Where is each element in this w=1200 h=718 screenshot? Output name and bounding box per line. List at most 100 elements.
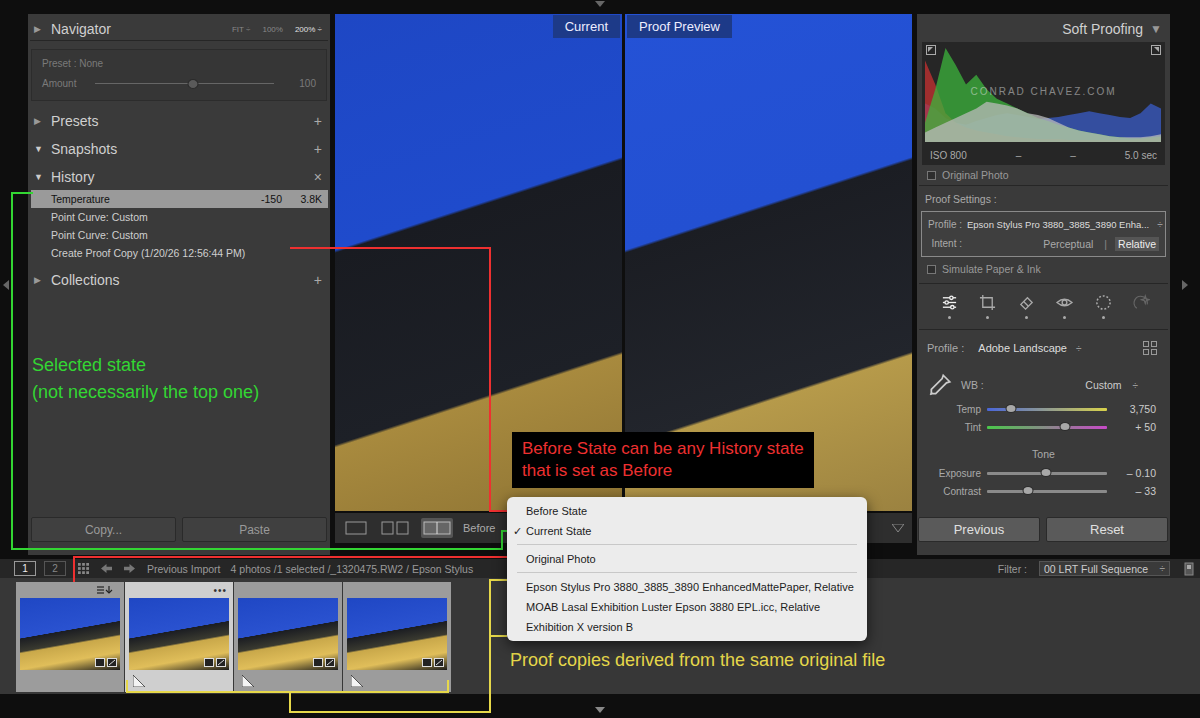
slider-thumb[interactable] (1006, 404, 1017, 413)
slider-thumb[interactable] (1022, 486, 1033, 495)
menu-item[interactable]: Exhibition X version B (507, 617, 867, 637)
highlight-clipping-icon[interactable] (1151, 45, 1161, 55)
tool-button[interactable] (979, 294, 996, 319)
section-header[interactable]: ▼ History × (28, 167, 330, 187)
wb-value[interactable]: Custom (1085, 379, 1121, 391)
before-after-label[interactable]: Before (463, 522, 495, 534)
slider-row[interactable]: Tint + 50 (917, 418, 1170, 436)
toolbar-menu-triangle-icon[interactable] (892, 524, 904, 532)
collapse-arrow[interactable]: ▶ (34, 275, 44, 285)
slider-value[interactable]: – 0.10 (1113, 467, 1170, 479)
intent-option[interactable]: Perceptual (1040, 237, 1096, 251)
eyedropper-icon[interactable] (927, 372, 953, 398)
down-triangle-icon[interactable] (595, 1, 605, 7)
panel-button[interactable]: Copy... (31, 517, 176, 542)
grid-view-icon[interactable] (78, 563, 89, 574)
thumbnail-photo[interactable] (347, 598, 447, 670)
thumbnail-more[interactable]: ••• (213, 585, 227, 596)
slider-track[interactable] (987, 408, 1107, 411)
adjusted-badges-icon[interactable] (422, 658, 444, 667)
thumbnail-photo[interactable] (129, 598, 229, 670)
zoom-option[interactable]: 200% ÷ (295, 25, 322, 34)
tool-button[interactable] (1018, 294, 1035, 319)
slider-track[interactable] (987, 490, 1107, 493)
original-photo-row[interactable]: Original Photo (917, 165, 1170, 185)
intent-option[interactable]: Relative (1115, 237, 1159, 251)
simulate-row[interactable]: Simulate Paper & Ink (917, 259, 1170, 279)
menu-item[interactable]: Original Photo (507, 549, 867, 569)
thumbnail-photo[interactable] (20, 598, 120, 670)
crop-icon[interactable] (979, 294, 996, 311)
navigator-header[interactable]: ▶ Navigator FIT ÷100%200% ÷ (28, 18, 330, 40)
panel-button[interactable]: Paste (182, 517, 327, 542)
thumbnail-cell[interactable] (16, 582, 124, 692)
soft-proofing-header[interactable]: Soft Proofing ▼ (917, 18, 1170, 40)
history-item[interactable]: Point Curve: Custom (31, 208, 328, 226)
menu-item[interactable]: ✓ Current State (507, 521, 867, 541)
profile-browser-icon[interactable] (1142, 340, 1158, 356)
slider-value[interactable]: + 50 (1113, 421, 1170, 433)
panel-button[interactable]: Previous (918, 517, 1040, 542)
tool-button[interactable] (941, 294, 958, 319)
view-mode-button[interactable] (379, 518, 411, 538)
menu-item[interactable]: Before State (507, 501, 867, 521)
filter-lock-icon[interactable] (1184, 562, 1194, 576)
history-item[interactable]: Create Proof Copy (1/20/26 12:56:44 PM) (31, 244, 328, 262)
eraser-icon[interactable] (1018, 294, 1035, 311)
slider-thumb[interactable] (1040, 468, 1051, 477)
proof-profile-value[interactable]: Epson Stylus Pro 3880_3885_3890 Enha... (967, 219, 1149, 230)
thumbnail-cell[interactable] (234, 582, 342, 692)
top-panel-toggle[interactable] (0, 0, 1200, 14)
section-header[interactable]: ▶ Presets + (28, 111, 330, 131)
thumbnail-cell[interactable] (343, 582, 451, 692)
collapse-arrow[interactable]: ▶ (34, 24, 44, 34)
history-item[interactable]: Temperature -1503.8K (31, 190, 328, 208)
view-mode-button[interactable] (343, 518, 369, 538)
section-header[interactable]: ▼ Snapshots + (28, 139, 330, 159)
tool-button[interactable] (1133, 294, 1150, 319)
slider-row[interactable]: Temp 3,750 (917, 400, 1170, 418)
stepper[interactable]: ÷ (1076, 343, 1082, 354)
profile-value[interactable]: Adobe Landscape (978, 342, 1067, 354)
right-triangle-icon[interactable] (1182, 280, 1188, 290)
section-action[interactable]: + (314, 113, 322, 129)
zoom-option[interactable]: 100% (262, 25, 282, 34)
slider-thumb[interactable] (1060, 422, 1071, 431)
thumbnail-photo[interactable] (238, 598, 338, 670)
checkbox[interactable] (927, 171, 936, 180)
ai-edit-icon[interactable] (1133, 294, 1150, 311)
stepper[interactable]: ÷ (1157, 219, 1163, 230)
before-after-icon[interactable] (423, 521, 451, 535)
menu-item[interactable]: Epson Stylus Pro 3880_3885_3890 Enhanced… (507, 577, 867, 597)
section-action[interactable]: + (314, 141, 322, 157)
back-arrow-icon[interactable] (101, 563, 112, 574)
zoom-option[interactable]: FIT ÷ (232, 25, 250, 34)
source-label[interactable]: Previous Import (147, 563, 221, 575)
red-eye-icon[interactable] (1056, 294, 1073, 311)
profile-row[interactable]: Profile : Adobe Landscape ÷ (917, 330, 1170, 366)
collapse-arrow[interactable]: ▼ (34, 172, 44, 182)
section-action[interactable]: × (314, 169, 322, 185)
screen-button[interactable]: 2 (44, 561, 66, 576)
collapse-arrow[interactable]: ▼ (1150, 22, 1162, 36)
adjusted-badges-icon[interactable] (95, 658, 117, 667)
slider-track[interactable] (987, 472, 1107, 475)
panel-button[interactable]: Reset (1046, 517, 1168, 542)
stepper[interactable]: ÷ (1133, 380, 1139, 391)
view-mode-button[interactable] (421, 518, 453, 538)
slider-row[interactable]: Contrast – 33 (917, 482, 1170, 500)
adjusted-badges-icon[interactable] (204, 658, 226, 667)
left-panel-toggle[interactable] (0, 14, 28, 555)
checkbox[interactable] (927, 265, 936, 274)
metadata-edit-icon[interactable] (96, 585, 114, 595)
screen-button[interactable]: 1 (14, 561, 36, 576)
collapse-arrow[interactable]: ▼ (34, 144, 44, 154)
filter-dropdown[interactable]: 00 LRT Full Sequence ÷ (1039, 561, 1170, 576)
slider-value[interactable]: – 33 (1113, 485, 1170, 497)
thumbnail-cell[interactable]: ••• (125, 582, 233, 692)
right-panel-toggle[interactable] (1170, 14, 1200, 555)
down-triangle-icon[interactable] (595, 707, 605, 713)
bottom-panel-toggle[interactable] (0, 694, 1200, 718)
compare-view-icon[interactable] (381, 521, 409, 535)
collapse-arrow[interactable]: ▶ (34, 116, 44, 126)
